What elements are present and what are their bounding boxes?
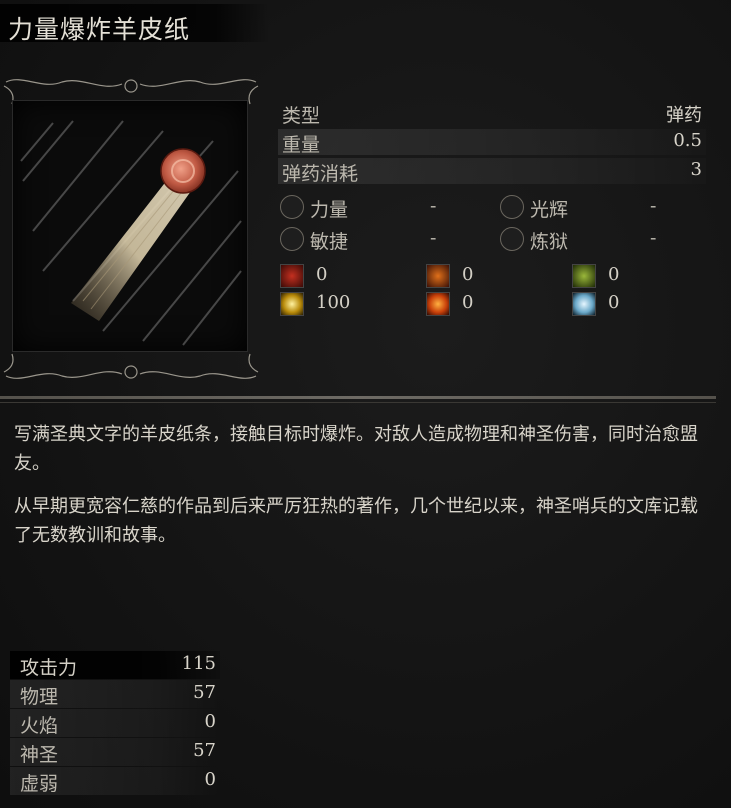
- strength-icon: [280, 195, 304, 219]
- stat-value: 弹药: [666, 105, 702, 126]
- attack-type-label: 物理: [20, 686, 59, 708]
- stat-label: 类型: [282, 105, 321, 127]
- radiance-icon: [500, 195, 524, 219]
- requirement-label: 力量: [310, 199, 349, 221]
- attack-power-header: 攻击力 115: [10, 651, 220, 679]
- stat-row-type: 类型 弹药: [278, 100, 706, 127]
- stat-row-weight: 重量 0.5: [278, 129, 706, 156]
- requirement-value: -: [650, 195, 657, 217]
- requirement-label: 光辉: [530, 199, 569, 221]
- requirement-label: 炼狱: [530, 231, 569, 253]
- item-image-frame: [2, 76, 260, 382]
- affinity-bleed: 0: [280, 264, 400, 290]
- attack-row-holy: 神圣 57: [10, 738, 220, 766]
- description-paragraph-1: 写满圣典文字的羊皮纸条，接触目标时爆炸。对敌人造成物理和神圣伤害，同时治愈盟友。: [14, 424, 698, 474]
- requirement-label: 敏捷: [310, 231, 349, 253]
- section-divider-line: [0, 402, 716, 403]
- stat-label: 弹药消耗: [282, 163, 359, 185]
- attack-type-value: 0: [204, 711, 216, 732]
- attack-type-label: 虚弱: [20, 773, 59, 795]
- attack-label: 攻击力: [20, 657, 78, 679]
- affinity-explosion: 0: [426, 292, 546, 318]
- poison-icon: [572, 264, 596, 288]
- requirement-inferno: 炼狱 -: [500, 227, 700, 253]
- requirement-value: -: [430, 195, 437, 217]
- requirement-value: -: [650, 227, 657, 249]
- affinity-value: 0: [608, 264, 620, 285]
- affinity-value: 0: [462, 264, 474, 285]
- blast-parchment-art: [20, 120, 242, 346]
- bleed-icon: [280, 264, 304, 288]
- attack-type-value: 57: [193, 682, 216, 703]
- item-image-viewport: [12, 100, 248, 352]
- affinity-poison: 0: [572, 264, 692, 290]
- stat-value: 0.5: [673, 130, 702, 151]
- attack-type-label: 火焰: [20, 715, 59, 737]
- affinity-value: 0: [316, 264, 328, 285]
- requirement-strength: 力量 -: [280, 195, 480, 221]
- attack-type-label: 神圣: [20, 744, 59, 766]
- requirement-value: -: [430, 227, 437, 249]
- requirement-dexterity: 敏捷 -: [280, 227, 480, 253]
- attack-value: 115: [181, 653, 216, 674]
- attack-row-physical: 物理 57: [10, 680, 220, 708]
- fire-icon: [426, 264, 450, 288]
- stat-row-ammo-cost: 弹药消耗 3: [278, 158, 706, 185]
- stat-label: 重量: [282, 134, 321, 156]
- affinity-value: 100: [316, 292, 351, 313]
- description-paragraph-2: 从早期更宽容仁慈的作品到后来严厉狂热的著作，几个世纪以来，神圣哨兵的文库记载了无…: [14, 496, 698, 546]
- attack-type-value: 0: [204, 769, 216, 790]
- item-detail-panel: 力量爆炸羊皮纸 类型 弹药 重量 0.5 弹药消耗 3 力量 - 光辉 - 敏捷…: [0, 0, 731, 808]
- affinity-holy-light: 100: [280, 292, 400, 318]
- requirement-radiance: 光辉 -: [500, 195, 700, 221]
- inferno-icon: [500, 227, 524, 251]
- frost-icon: [572, 292, 596, 316]
- attack-row-frenzy: 虚弱 0: [10, 767, 220, 795]
- affinity-frost: 0: [572, 292, 692, 318]
- title-bar: 力量爆炸羊皮纸: [0, 4, 270, 44]
- dexterity-icon: [280, 227, 304, 251]
- affinity-fire: 0: [426, 264, 546, 290]
- explosion-icon: [426, 292, 450, 316]
- section-divider: [0, 396, 716, 399]
- affinity-value: 0: [462, 292, 474, 313]
- attack-type-value: 57: [193, 740, 216, 761]
- attack-row-fire: 火焰 0: [10, 709, 220, 737]
- holy-light-icon: [280, 292, 304, 316]
- affinity-value: 0: [608, 292, 620, 313]
- item-name: 力量爆炸羊皮纸: [8, 15, 191, 44]
- stat-value: 3: [690, 159, 702, 180]
